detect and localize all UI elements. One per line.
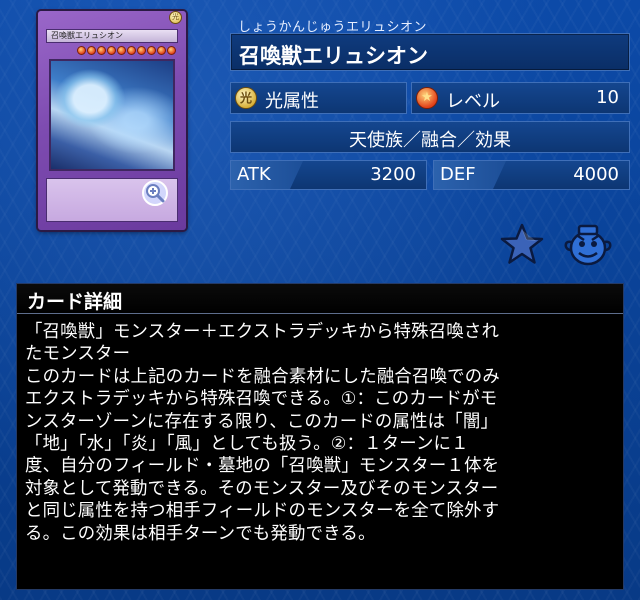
favorite-button[interactable] bbox=[500, 222, 544, 266]
type-box: 天使族／融合／効果 bbox=[230, 121, 630, 153]
zoom-in-icon bbox=[146, 184, 165, 203]
card-effect-line: 「地」「水」「炎」「風」としても扱う。②：１ターンに１ bbox=[25, 434, 469, 455]
card-effect-line: ンスターゾーンに存在する限り、このカードの属性は「闇」 bbox=[25, 411, 499, 432]
card-art-level-star bbox=[147, 46, 156, 55]
level-value: 10 bbox=[596, 87, 619, 108]
card-name: 召喚獣エリュシオン bbox=[239, 44, 428, 68]
level-label: レベル bbox=[446, 91, 500, 112]
card-effect-text: 「召喚獣」モンスター＋エクストラデッキから特殊召喚され たモンスター このカードは上… bbox=[25, 321, 619, 545]
card-art-level-star bbox=[157, 46, 166, 55]
card-art-attribute-icon: 光 bbox=[169, 11, 182, 24]
def-value: 4000 bbox=[573, 164, 619, 185]
def-box: DEF 4000 bbox=[433, 160, 630, 190]
atk-label: ATK bbox=[231, 161, 303, 189]
card-art-level-stars bbox=[56, 46, 176, 56]
card-art-level-star bbox=[137, 46, 146, 55]
card-effect-line: このカードは上記のカードを融合素材にした融合召喚でのみ bbox=[25, 366, 500, 387]
card-art-level-star bbox=[107, 46, 116, 55]
light-attribute-icon: 光 bbox=[235, 87, 257, 109]
attribute-label: 光属性 bbox=[265, 91, 319, 112]
card-art-level-star bbox=[77, 46, 86, 55]
card-details-header: カード詳細 bbox=[17, 284, 623, 314]
card-art-level-star bbox=[117, 46, 126, 55]
card-art-level-star bbox=[167, 46, 176, 55]
card-art-level-star bbox=[127, 46, 136, 55]
def-label: DEF bbox=[434, 161, 506, 189]
card-effect-line: たモンスター bbox=[25, 344, 131, 365]
card-effect-line: 度、自分のフィールド・墓地の「召喚獣」モンスター１体を bbox=[25, 456, 500, 477]
card-effect-line: と同じ属性を持つ相手フィールドのモンスターを全て除外す bbox=[25, 501, 500, 522]
atk-value: 3200 bbox=[370, 164, 416, 185]
pot-icon bbox=[564, 224, 612, 266]
card-effect-line: 「召喚獣」モンスター＋エクストラデッキから特殊召喚され bbox=[25, 322, 500, 342]
type-line: 天使族／融合／効果 bbox=[349, 130, 511, 151]
pot-button[interactable] bbox=[562, 220, 614, 268]
card-effect-line: 対象として発動できる。そのモンスター及びそのモンスター bbox=[25, 478, 499, 499]
star-icon bbox=[500, 223, 544, 264]
level-box: ★ レベル 10 bbox=[411, 82, 630, 114]
card-details-title: カード詳細 bbox=[27, 291, 123, 313]
card-illustration bbox=[49, 59, 175, 171]
level-star-icon: ★ bbox=[416, 87, 438, 109]
card-effect-line: エクストラデッキから特殊召喚できる。①：このカードがモ bbox=[25, 389, 498, 410]
card-details-panel: カード詳細 「召喚獣」モンスター＋エクストラデッキから特殊召喚され たモンスターこ… bbox=[16, 283, 624, 590]
card-art-name: 召喚獣エリュシオン bbox=[46, 29, 178, 43]
card-name-bar: 召喚獣エリュシオン bbox=[230, 33, 630, 71]
card-art-level-star bbox=[87, 46, 96, 55]
card-art-level-star bbox=[97, 46, 106, 55]
zoom-button[interactable] bbox=[142, 180, 168, 206]
atk-box: ATK 3200 bbox=[230, 160, 427, 190]
card-effect-line: る。この効果は相手ターンでも発動できる。 bbox=[25, 523, 376, 544]
attribute-box: 光 光属性 bbox=[230, 82, 407, 114]
